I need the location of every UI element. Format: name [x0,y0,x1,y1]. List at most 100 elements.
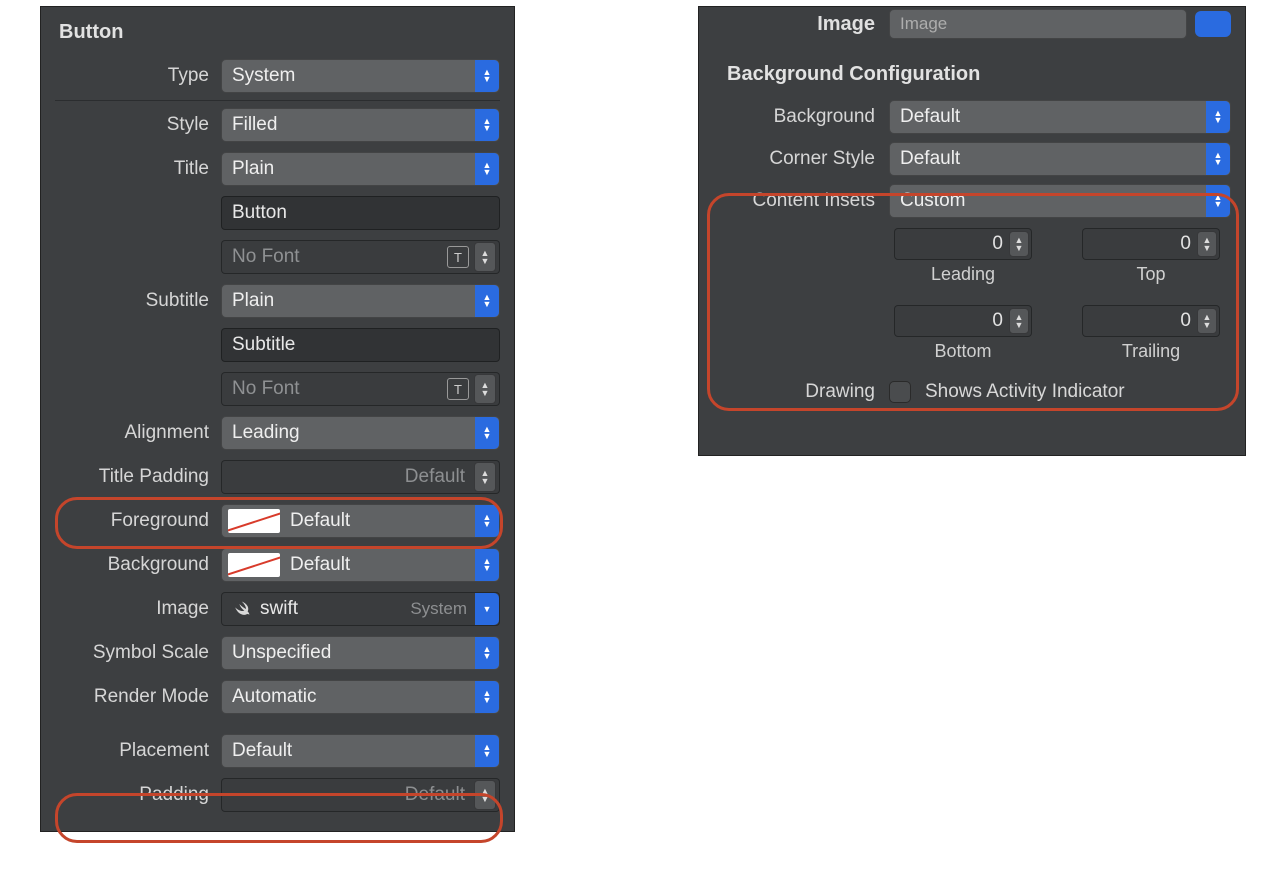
inset-trailing-stepper[interactable]: ▲▼ [1197,308,1217,334]
style-popup[interactable]: Filled ▲▼ [221,108,500,142]
foreground-label: Foreground [41,510,221,532]
inset-top-label: Top [1136,264,1165,285]
inset-top-stepper[interactable]: ▲▼ [1197,231,1217,257]
content-insets-popup[interactable]: Custom ▲▼ [889,184,1231,218]
type-popup[interactable]: System ▲▼ [221,59,500,93]
bg-background-popup[interactable]: Default ▲▼ [889,100,1231,134]
corner-style-popup[interactable]: Default ▲▼ [889,142,1231,176]
render-mode-label: Render Mode [41,686,221,708]
image-top-placeholder: Image [900,14,947,34]
subtitle-text-field[interactable]: Subtitle [221,328,500,362]
title-text-row: Button [41,191,514,235]
inset-trailing-label: Trailing [1122,341,1180,362]
padding-field[interactable]: Default ▲▼ [221,778,500,812]
placement-popup[interactable]: Default ▲▼ [221,734,500,768]
inset-leading-field[interactable]: 0 ▲▼ [894,228,1032,260]
drawing-label: Drawing [699,381,889,403]
background-label: Background [41,554,221,576]
inset-bottom-stepper[interactable]: ▲▼ [1009,308,1029,334]
bg-background-row: Background Default ▲▼ [699,96,1245,138]
title-font-well[interactable]: No Font T ▲▼ [221,240,500,274]
title-padding-value: Default [405,466,469,488]
symbol-scale-label: Symbol Scale [41,642,221,664]
image-label: Image [41,598,221,620]
subtitle-text-value: Subtitle [232,334,295,356]
divider [55,100,500,101]
bg-background-label: Background [699,106,889,128]
inset-top-field[interactable]: 0 ▲▼ [1082,228,1220,260]
padding-label: Padding [41,784,221,806]
title-padding-row: Title Padding Default ▲▼ [41,455,514,499]
chevron-updown-icon: ▲▼ [475,153,499,185]
inset-leading-value: 0 [992,233,1003,255]
inset-leading-stepper[interactable]: ▲▼ [1009,231,1029,257]
title-font-stepper[interactable]: ▲▼ [474,242,496,272]
background-value: Default [290,554,350,576]
alignment-row: Alignment Leading ▲▼ [41,411,514,455]
inset-trailing-field[interactable]: 0 ▲▼ [1082,305,1220,337]
content-insets-row: Content Insets Custom ▲▼ [699,180,1245,222]
chevron-updown-icon: ▲▼ [475,109,499,141]
padding-stepper[interactable]: ▲▼ [474,780,496,810]
render-mode-row: Render Mode Automatic ▲▼ [41,675,514,719]
image-top-row: Image Image [699,7,1245,49]
inset-bottom: 0 ▲▼ Bottom [889,305,1037,362]
chevron-updown-icon: ▲▼ [1206,143,1230,175]
chevron-updown-icon: ▲▼ [475,505,499,537]
insets-grid: 0 ▲▼ Leading 0 ▲▼ Top 0 ▲▼ Bottom 0 ▲▼ T… [889,222,1245,374]
render-mode-popup[interactable]: Automatic ▲▼ [221,680,500,714]
inset-bottom-label: Bottom [934,341,991,362]
section-title: Button [41,7,514,54]
bg-config-section-title: Background Configuration [699,49,1245,96]
subtitle-font-row: No Font T ▲▼ [41,367,514,411]
chevron-updown-icon: ▲▼ [475,60,499,92]
image-top-field[interactable]: Image [889,9,1187,39]
placement-label: Placement [41,740,221,762]
subtitle-mode-value: Plain [232,290,274,312]
type-label: Type [41,65,221,87]
font-picker-icon[interactable]: T [447,378,469,400]
alignment-value: Leading [232,422,300,444]
font-picker-icon[interactable]: T [447,246,469,268]
title-text-field[interactable]: Button [221,196,500,230]
alignment-label: Alignment [41,422,221,444]
image-row: Image swift System ▼ [41,587,514,631]
background-config-panel: Image Image Background Configuration Bac… [698,6,1246,456]
image-well[interactable]: swift System ▼ [221,592,500,626]
foreground-row: Foreground Default ▲▼ [41,499,514,543]
drawing-row: Drawing Shows Activity Indicator [699,374,1245,410]
foreground-color-well[interactable]: Default ▲▼ [221,504,500,538]
foreground-value: Default [290,510,350,532]
chevron-updown-icon: ▲▼ [475,417,499,449]
subtitle-mode-popup[interactable]: Plain ▲▼ [221,284,500,318]
chevron-down-icon: ▼ [475,593,499,625]
inset-trailing: 0 ▲▼ Trailing [1077,305,1225,362]
title-padding-stepper[interactable]: ▲▼ [474,462,496,492]
chevron-updown-icon: ▲▼ [1206,185,1230,217]
subtitle-font-stepper[interactable]: ▲▼ [474,374,496,404]
render-mode-value: Automatic [232,686,316,708]
background-color-well[interactable]: Default ▲▼ [221,548,500,582]
button-inspector-panel: Button Type System ▲▼ Style Filled ▲▼ Ti… [40,6,515,832]
title-label: Title [41,158,221,180]
subtitle-row: Subtitle Plain ▲▼ [41,279,514,323]
image-top-segment[interactable] [1195,11,1231,37]
subtitle-font-well[interactable]: No Font T ▲▼ [221,372,500,406]
alignment-popup[interactable]: Leading ▲▼ [221,416,500,450]
shows-activity-indicator-checkbox[interactable] [889,381,911,403]
symbol-scale-row: Symbol Scale Unspecified ▲▼ [41,631,514,675]
bg-background-value: Default [900,106,960,128]
inset-top-value: 0 [1180,233,1191,255]
title-padding-field[interactable]: Default ▲▼ [221,460,500,494]
color-swatch-none-icon [228,553,280,577]
style-value: Filled [232,114,277,136]
chevron-updown-icon: ▲▼ [475,681,499,713]
symbol-scale-popup[interactable]: Unspecified ▲▼ [221,636,500,670]
chevron-updown-icon: ▲▼ [475,637,499,669]
subtitle-text-row: Subtitle [41,323,514,367]
inset-bottom-field[interactable]: 0 ▲▼ [894,305,1032,337]
color-swatch-none-icon [228,509,280,533]
title-mode-popup[interactable]: Plain ▲▼ [221,152,500,186]
chevron-updown-icon: ▲▼ [475,549,499,581]
subtitle-label: Subtitle [41,290,221,312]
